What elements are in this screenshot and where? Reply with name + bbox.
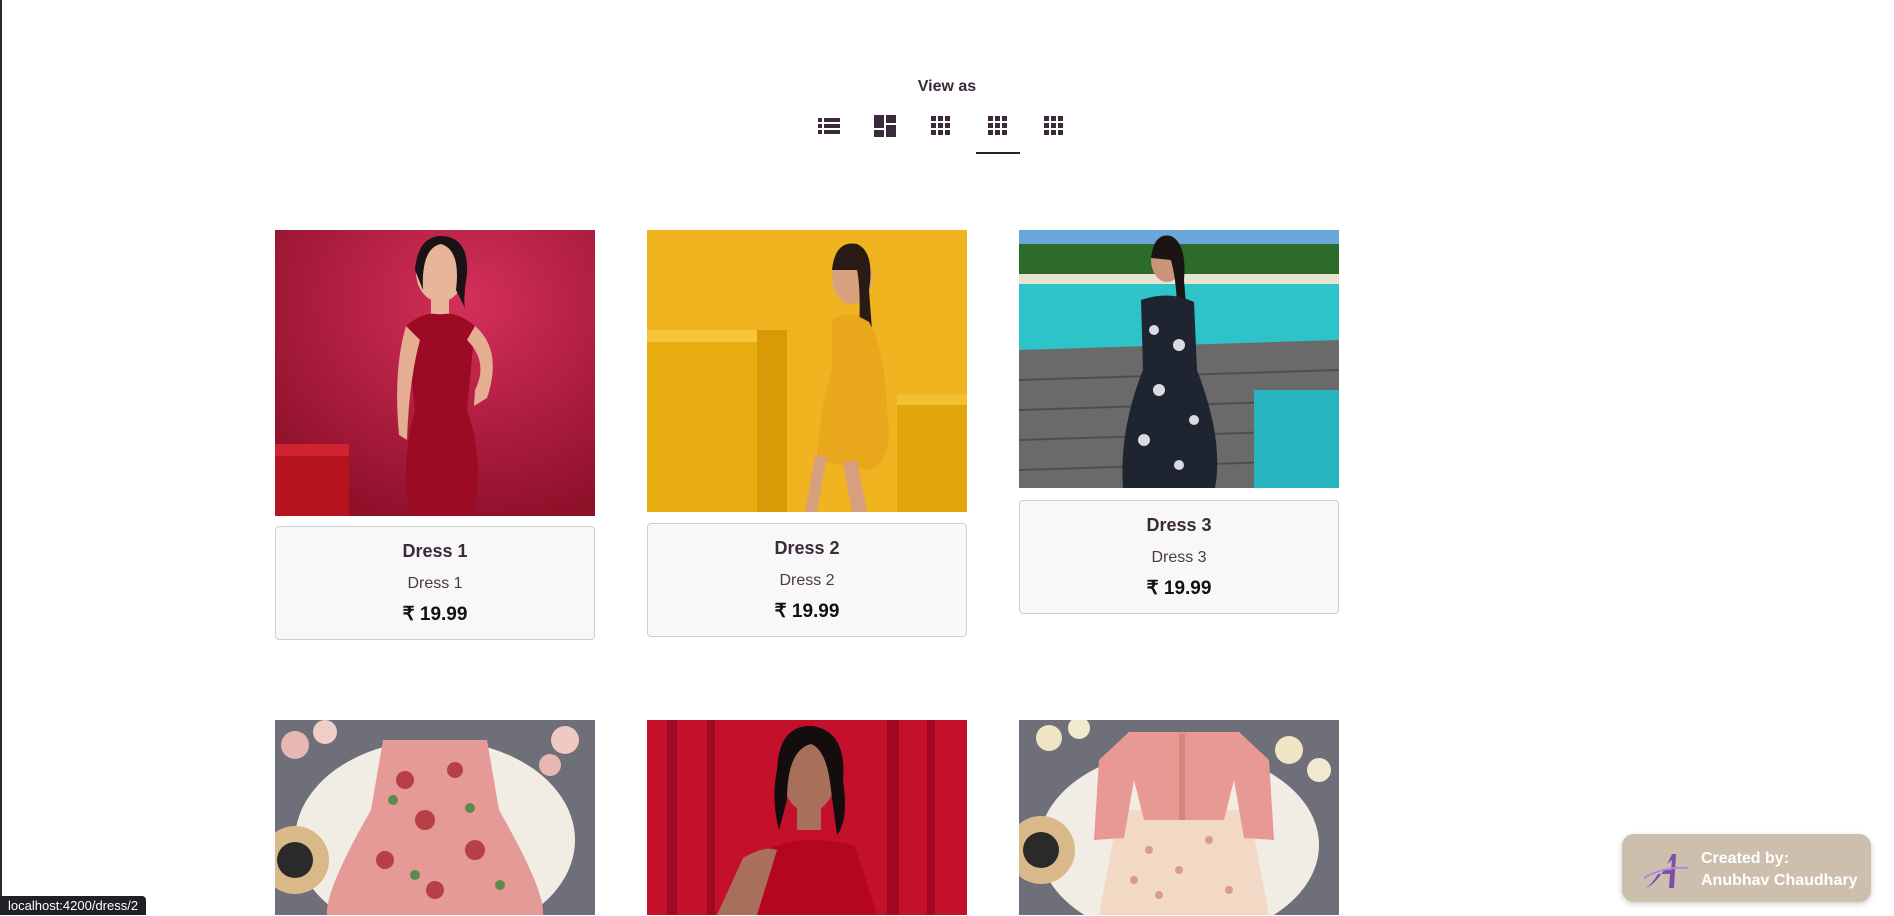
masonry-icon [874, 115, 896, 137]
product-info: Dress 1 Dress 1 ₹ 19.99 [275, 526, 595, 640]
list-icon [818, 118, 840, 134]
view-as-label: View as [917, 78, 977, 95]
product-description: Dress 2 [779, 572, 835, 589]
grid-icon [988, 116, 1007, 135]
grid-icon [1044, 116, 1063, 135]
author-name: Anubhav Chaudhary [1701, 872, 1858, 889]
list-view-button[interactable] [807, 104, 851, 148]
product-description: Dress 1 [407, 575, 463, 592]
created-by-text: Created by: Anubhav Chaudhary [1701, 848, 1857, 892]
created-by-badge[interactable]: Created by: Anubhav Chaudhary [1622, 834, 1871, 902]
masonry-view-button[interactable] [863, 104, 907, 148]
product-image[interactable] [647, 720, 967, 915]
product-price: ₹ 19.99 [774, 601, 840, 622]
grid-view-3-button[interactable] [919, 104, 963, 148]
product-image[interactable] [275, 720, 595, 915]
created-by-label: Created by: [1701, 850, 1790, 867]
product-image[interactable] [275, 230, 595, 516]
window-edge [0, 0, 2, 915]
product-price: ₹ 19.99 [1146, 578, 1212, 599]
product-info: Dress 2 Dress 2 ₹ 19.99 [647, 523, 967, 637]
product-image[interactable] [1019, 720, 1339, 915]
product-name[interactable]: Dress 2 [648, 538, 966, 559]
author-logo-icon [1643, 854, 1689, 888]
product-price: ₹ 19.99 [402, 604, 468, 625]
status-bar-url: localhost:4200/dress/2 [0, 896, 147, 915]
grid-icon [931, 116, 950, 135]
product-info: Dress 3 Dress 3 ₹ 19.99 [1019, 500, 1339, 614]
product-description: Dress 3 [1151, 549, 1207, 566]
grid-view-5-button[interactable] [1032, 104, 1076, 148]
product-image[interactable] [1019, 230, 1339, 488]
product-name[interactable]: Dress 3 [1020, 515, 1338, 536]
grid-view-4-button[interactable] [976, 104, 1020, 154]
product-name[interactable]: Dress 1 [276, 541, 594, 562]
product-image[interactable] [647, 230, 967, 512]
